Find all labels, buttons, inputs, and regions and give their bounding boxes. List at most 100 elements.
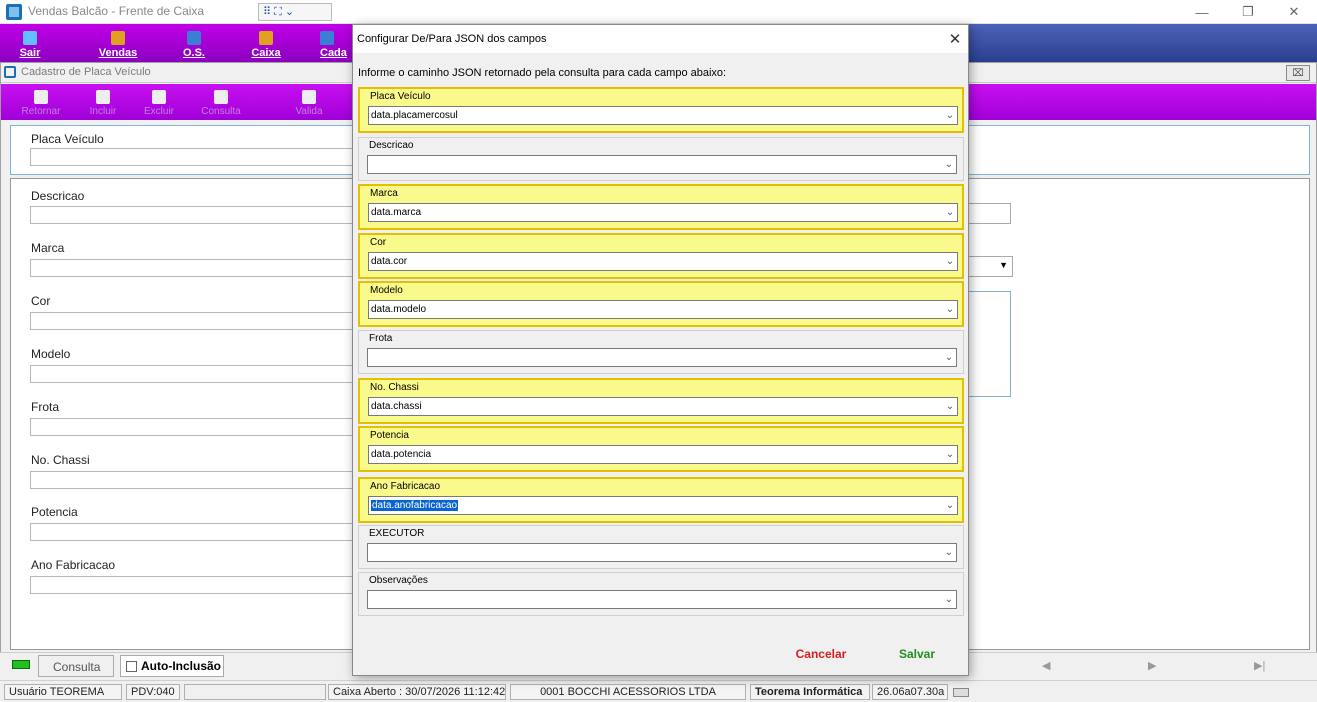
chevron-down-icon[interactable]: ⌄ — [943, 301, 957, 318]
placa-input[interactable] — [30, 148, 360, 166]
frota-combo[interactable]: ⌄ — [367, 348, 957, 367]
nav-next-button[interactable]: ▶ — [1148, 659, 1156, 672]
combo-value: data.marca — [371, 207, 422, 218]
keyboard-icon — [953, 688, 969, 697]
status-empresa: 0001 BOCCHI ACESSORIOS LTDA — [510, 684, 746, 700]
minimize-button[interactable]: — — [1179, 0, 1225, 24]
modelo-combo[interactable]: data.modelo ⌄ — [368, 300, 958, 319]
valida-button[interactable]: Valida — [279, 84, 339, 120]
menu-os[interactable]: O.S. — [164, 24, 224, 62]
chevron-down-icon[interactable]: ⌄ — [942, 156, 956, 173]
validate-icon — [302, 90, 316, 104]
ano-fabricacao-label: Ano Fabricacao — [31, 558, 116, 572]
checkbox-icon — [126, 660, 137, 672]
chassi-input[interactable] — [30, 471, 360, 489]
combo-value: data.modelo — [371, 304, 427, 315]
chevron-down-icon[interactable]: ⌄ — [943, 497, 957, 514]
modelo-label: Modelo — [31, 347, 71, 361]
group-observacoes: Observações ⌄ — [358, 572, 964, 616]
group-label: Potencia — [370, 430, 409, 441]
exit-icon — [23, 31, 37, 45]
observacoes-combo[interactable]: ⌄ — [367, 590, 957, 609]
quick-access-toolbar[interactable]: ⠿ ⛶ ⌄ — [258, 3, 332, 21]
executor-combo[interactable]: ⌄ — [367, 543, 957, 562]
chevron-down-icon[interactable]: ⌄ — [943, 398, 957, 415]
nav-last-button[interactable]: ▶| — [1254, 659, 1265, 672]
menu-caixa[interactable]: Caixa — [236, 24, 296, 62]
group-label: Observações — [369, 575, 428, 586]
dialog-title: Configurar De/Para JSON dos campos — [357, 33, 547, 45]
menu-sair[interactable]: Sair — [0, 24, 60, 62]
group-ano-fabricacao: Ano Fabricacao data.anofabricacao ⌄ — [358, 477, 964, 523]
group-label: Modelo — [370, 285, 403, 296]
chevron-down-icon[interactable]: ⌄ — [943, 253, 957, 270]
ano-fabricacao-input[interactable] — [30, 576, 360, 594]
group-label: Frota — [369, 333, 393, 344]
chassi-combo[interactable]: data.chassi ⌄ — [368, 397, 958, 416]
consulta-button[interactable]: Consulta — [191, 84, 251, 120]
right-text-input[interactable] — [968, 203, 1011, 224]
cash-icon — [259, 31, 273, 45]
descricao-combo[interactable]: ⌄ — [367, 155, 957, 174]
modelo-input[interactable] — [30, 365, 360, 383]
group-label: Ano Fabricacao — [370, 481, 441, 492]
chevron-down-icon[interactable]: ⌄ — [943, 204, 957, 221]
json-mapping-dialog: Configurar De/Para JSON dos campos ✕ Inf… — [352, 24, 969, 676]
group-marca: Marca data.marca ⌄ — [358, 184, 964, 230]
menubar-right-section — [968, 24, 1317, 62]
chevron-down-icon[interactable]: ⌄ — [942, 349, 956, 366]
magnifier-icon — [214, 90, 228, 104]
form-close-button[interactable]: ⌧ — [1286, 65, 1310, 81]
chassi-label: No. Chassi — [31, 453, 90, 467]
descricao-input[interactable] — [30, 206, 360, 224]
placa-veiculo-combo[interactable]: data.placamercosul ⌄ — [368, 106, 958, 125]
close-window-button[interactable]: ✕ — [1271, 0, 1317, 24]
marca-combo[interactable]: data.marca ⌄ — [368, 203, 958, 222]
group-placa-veiculo: Placa Veículo data.placamercosul ⌄ — [358, 87, 964, 133]
nav-prev-button[interactable]: ◀ — [1042, 659, 1050, 672]
cor-input[interactable] — [30, 312, 360, 330]
combo-value: data.cor — [371, 256, 408, 267]
menu-cadastro[interactable]: Cada — [306, 24, 352, 62]
save-button[interactable]: Salvar — [872, 643, 962, 665]
marca-label: Marca — [31, 241, 65, 255]
ano-fabricacao-combo[interactable]: data.anofabricacao ⌄ — [368, 496, 958, 515]
combo-value: data.potencia — [371, 449, 432, 460]
potencia-combo[interactable]: data.potencia ⌄ — [368, 445, 958, 464]
marca-input[interactable] — [30, 259, 360, 277]
incluir-button[interactable]: Incluir — [73, 84, 133, 120]
menu-vendas[interactable]: Vendas — [88, 24, 148, 62]
chevron-down-icon[interactable]: ⌄ — [943, 107, 957, 124]
chevron-down-icon[interactable]: ⌄ — [942, 591, 956, 608]
dialog-close-button[interactable]: ✕ — [945, 29, 965, 49]
plus-icon — [96, 90, 110, 104]
group-label: Marca — [370, 188, 398, 199]
combo-value: data.placamercosul — [371, 110, 458, 121]
group-label: Placa Veículo — [370, 91, 431, 102]
tab-consulta[interactable]: Consulta — [38, 655, 114, 677]
form-icon — [4, 66, 16, 78]
app-icon — [6, 4, 22, 20]
cor-label: Cor — [31, 294, 51, 308]
restore-button[interactable]: ❐ — [1225, 0, 1271, 24]
auto-inclusao-checkbox[interactable]: Auto-Inclusão — [120, 655, 224, 677]
chevron-down-icon[interactable]: ⌄ — [943, 446, 957, 463]
window-titlebar: Vendas Balcão - Frente de Caixa ⠿ ⛶ ⌄ — … — [0, 0, 1317, 24]
status-version: 26.06a07.30a — [872, 684, 948, 700]
group-no-chassi: No. Chassi data.chassi ⌄ — [358, 378, 964, 424]
auto-inclusao-label: Auto-Inclusão — [141, 659, 221, 673]
group-label: EXECUTOR — [369, 528, 425, 539]
frota-input[interactable] — [30, 418, 360, 436]
potencia-label: Potencia — [31, 505, 78, 519]
cor-combo[interactable]: data.cor ⌄ — [368, 252, 958, 271]
right-select[interactable]: ▼ — [968, 256, 1013, 277]
right-memo-field[interactable] — [968, 291, 1011, 397]
excluir-button[interactable]: Excluir — [129, 84, 189, 120]
retornar-button[interactable]: Retornar — [11, 84, 71, 120]
status-pdv: PDV:040 — [126, 684, 180, 700]
cancel-button[interactable]: Cancelar — [773, 643, 869, 665]
dialog-instruction: Informe o caminho JSON retornado pela co… — [358, 67, 727, 79]
potencia-input[interactable] — [30, 523, 360, 541]
dialog-titlebar: Configurar De/Para JSON dos campos ✕ — [353, 25, 968, 53]
chevron-down-icon[interactable]: ⌄ — [942, 544, 956, 561]
